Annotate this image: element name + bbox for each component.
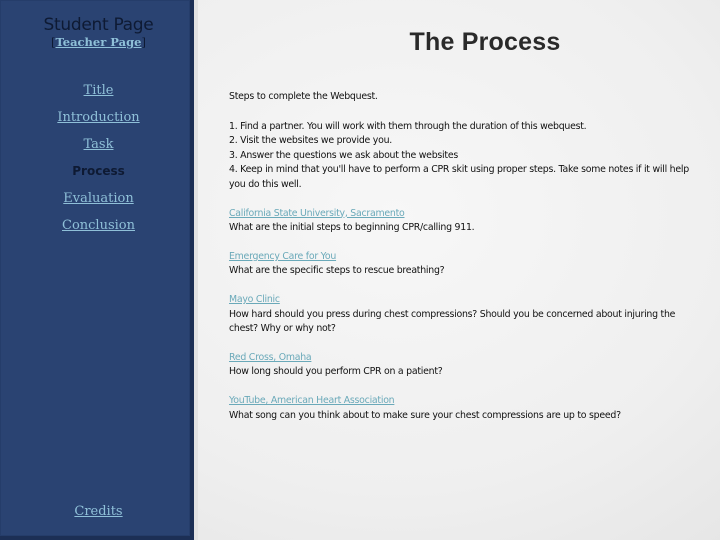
step-item: 1. Find a partner. You will work with th… — [229, 120, 587, 132]
resource-link-mayo-clinic[interactable]: Mayo Clinic — [229, 294, 280, 305]
resource-question: What song can you think about to make su… — [229, 409, 621, 421]
resource-link-youtube-aha[interactable]: YouTube, American Heart Association — [229, 395, 395, 406]
step-item: 2. Visit the websites we provide you. — [229, 135, 392, 147]
resource-item: YouTube, American Heart Association What… — [229, 394, 689, 423]
teacher-page-line: [Teacher Page] — [0, 35, 197, 49]
nav-link-title[interactable]: Title — [84, 83, 114, 98]
nav-link-evaluation[interactable]: Evaluation — [63, 191, 133, 206]
resource-link-emergency-care[interactable]: Emergency Care for You — [229, 251, 336, 262]
nav-item-process: Process — [0, 164, 197, 179]
resource-link-red-cross[interactable]: Red Cross, Omaha — [229, 352, 312, 363]
sidebar-title: Student Page — [43, 15, 154, 35]
resource-item: Mayo Clinic How hard should you press du… — [229, 293, 689, 337]
nav-link-conclusion[interactable]: Conclusion — [62, 218, 135, 233]
main-content: Steps to complete the Webquest. 1. Find … — [229, 90, 689, 423]
resource-item: Emergency Care for You What are the spec… — [229, 250, 689, 279]
nav-link-introduction[interactable]: Introduction — [57, 110, 139, 125]
resource-question: How hard should you press during chest c… — [229, 308, 676, 335]
resource-question: What are the initial steps to beginning … — [229, 222, 475, 234]
nav-item-introduction: Introduction — [0, 110, 197, 125]
sidebar-divider — [194, 0, 198, 540]
page-title: The Process — [409, 28, 561, 56]
intro-text: Steps to complete the Webquest. — [229, 91, 378, 102]
sidebar — [0, 0, 194, 540]
nav-item-conclusion: Conclusion — [0, 218, 197, 233]
resource-link-csus[interactable]: California State University, Sacramento — [229, 208, 405, 219]
teacher-page-link[interactable]: Teacher Page — [56, 35, 142, 49]
nav-link-task[interactable]: Task — [84, 137, 114, 152]
step-item: 4. Keep in mind that you'll have to perf… — [229, 164, 689, 190]
step-item: 3. Answer the questions we ask about the… — [229, 149, 458, 161]
nav-item-credits: Credits — [0, 504, 197, 519]
resource-question: How long should you perform CPR on a pat… — [229, 366, 443, 378]
nav-current-process: Process — [72, 164, 125, 178]
resource-question: What are the specific steps to rescue br… — [229, 265, 445, 277]
resource-item: Red Cross, Omaha How long should you per… — [229, 351, 689, 380]
nav-item-evaluation: Evaluation — [0, 191, 197, 206]
nav-item-title: Title — [0, 83, 197, 98]
credits-link[interactable]: Credits — [74, 504, 122, 519]
resource-item: California State University, Sacramento … — [229, 207, 689, 236]
steps-list: 1. Find a partner. You will work with th… — [229, 120, 689, 193]
bracket-close: ] — [141, 35, 146, 49]
nav-item-task: Task — [0, 137, 197, 152]
